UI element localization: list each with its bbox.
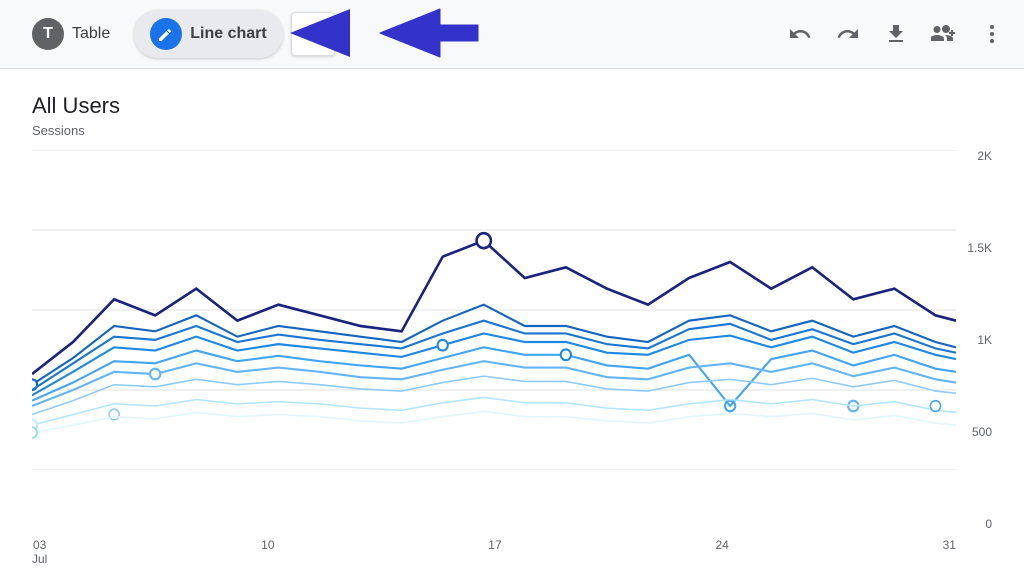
x-label-03: 03 Jul [32, 538, 47, 566]
pencil-icon [157, 25, 175, 43]
linechart-tab-label: Line chart [190, 25, 266, 43]
x-label-10: 10 [261, 538, 274, 566]
redo-button[interactable] [832, 18, 864, 50]
toolbar-actions [784, 18, 1008, 50]
toolbar: T Table Line chart + [0, 0, 1024, 69]
y-label-2k: 2K [977, 150, 992, 162]
y-axis-labels: 2K 1.5K 1K 500 0 [956, 150, 992, 530]
tab-linechart[interactable]: Line chart [134, 10, 282, 58]
x-axis-labels: 03 Jul 10 17 24 31 [32, 530, 992, 566]
more-icon [980, 22, 1004, 46]
x-label-17: 17 [488, 538, 501, 566]
undo-button[interactable] [784, 18, 816, 50]
line-chart-svg [32, 150, 956, 470]
add-user-button[interactable] [928, 18, 960, 50]
x-label-31: 31 [943, 538, 956, 566]
more-options-button[interactable] [976, 18, 1008, 50]
y-label-500: 500 [972, 426, 992, 438]
chart-title: All Users [32, 93, 992, 119]
table-tab-label: Table [72, 25, 110, 43]
x-label-24: 24 [715, 538, 728, 566]
table-icon: T [32, 18, 64, 50]
redo-icon [836, 22, 860, 46]
add-user-icon [931, 21, 957, 47]
download-button[interactable] [880, 18, 912, 50]
download-icon [884, 22, 908, 46]
chart-subtitle: Sessions [32, 123, 85, 138]
undo-icon [788, 22, 812, 46]
y-label-1k: 1K [977, 334, 992, 346]
y-label-0: 0 [985, 518, 992, 530]
linechart-icon [150, 18, 182, 50]
chart-area: 2K 1.5K 1K 500 0 [32, 150, 992, 530]
chart-container: All Users Sessions [0, 69, 1024, 582]
tab-table[interactable]: T Table [16, 10, 126, 58]
add-chart-button[interactable]: + [291, 12, 335, 56]
y-label-1-5k: 1.5K [967, 242, 992, 254]
